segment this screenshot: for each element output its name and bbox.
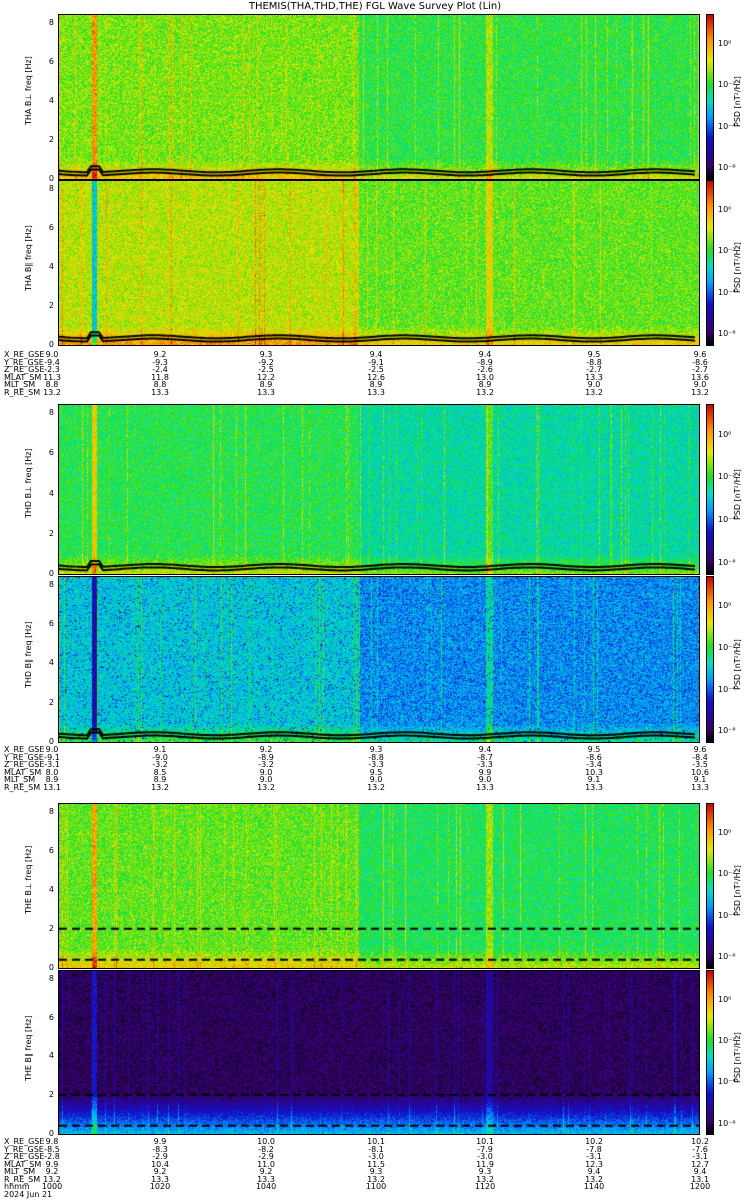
- colorbar-tick-label: 10⁻⁶: [718, 726, 736, 736]
- y-tick-label: 6: [48, 1012, 54, 1022]
- colorbar: [706, 576, 714, 743]
- time-tick-label: 1100: [365, 1182, 387, 1191]
- y-tick-label: 2: [48, 923, 54, 933]
- spectrogram-panel: [58, 14, 700, 180]
- y-tick-label: 2: [48, 134, 54, 144]
- panel-ylabel: THE B⊥ freq [Hz]: [24, 845, 33, 914]
- ephem-value: 13.2: [691, 387, 709, 397]
- ephem-value: 13.3: [585, 782, 603, 792]
- colorbar-tick-label: 10⁻⁶: [718, 952, 736, 962]
- spectrogram-panel: [58, 803, 700, 969]
- time-tick-label: 1140: [583, 1182, 605, 1191]
- colorbar-tick-label: 10⁰: [718, 204, 732, 214]
- y-tick-label: 6: [48, 845, 54, 855]
- ephem-value: 13.3: [367, 387, 385, 397]
- y-tick-label: 4: [48, 658, 54, 668]
- y-tick-label: 8: [48, 806, 54, 816]
- y-tick-label: 0: [48, 340, 54, 349]
- colorbar-label: PSD [nT²/Hz]: [733, 242, 742, 293]
- y-tick-label: 4: [48, 884, 54, 894]
- y-tick-label: 4: [48, 261, 54, 271]
- wave-survey-plot: { "title": "THEMIS(THA,THD,THE) FGL Wave…: [0, 0, 750, 1200]
- y-tick-label: 2: [48, 300, 54, 310]
- spectrogram-panel: [58, 970, 700, 1135]
- spectrogram-panel: [58, 576, 700, 743]
- colorbar-tick-label: 10⁰: [718, 994, 732, 1004]
- colorbar: [706, 803, 714, 969]
- spectrogram-panel: [58, 180, 700, 346]
- y-tick-label: 8: [48, 408, 54, 418]
- colorbar-tick-label: 10⁰: [718, 601, 732, 611]
- ephem-value: 13.2: [367, 782, 385, 792]
- y-tick-label: 8: [48, 183, 54, 193]
- y-tick-label: 6: [48, 448, 54, 458]
- y-tick-label: 2: [48, 697, 54, 707]
- colorbar: [706, 404, 714, 575]
- date-label: 2024 Jun 21: [4, 1189, 53, 1199]
- colorbar-tick-label: 10⁻⁶: [718, 329, 736, 339]
- y-tick-label: 2: [48, 528, 54, 538]
- ephem-value: 13.2: [476, 387, 494, 397]
- y-tick-label: 6: [48, 619, 54, 629]
- y-tick-label: 0: [48, 569, 54, 578]
- time-tick-label: 1200: [689, 1182, 711, 1191]
- y-tick-label: 0: [48, 963, 54, 972]
- ephem-value: 13.2: [585, 387, 603, 397]
- ephem-value: 13.2: [257, 782, 275, 792]
- spectrogram-heatmap: [59, 181, 699, 345]
- ephem-row-label: R_RE_SM: [4, 387, 41, 397]
- plot-title: THEMIS(THA,THD,THE) FGL Wave Survey Plot…: [248, 1, 502, 12]
- spectrogram-heatmap: [59, 15, 699, 179]
- colorbar-label: PSD [nT²/Hz]: [733, 1031, 742, 1083]
- ephem-row-label: R_RE_SM: [4, 782, 41, 792]
- panel-ylabel: THD B⊥ freq [Hz]: [24, 447, 33, 518]
- colorbar-label: PSD [nT²/Hz]: [733, 76, 742, 127]
- colorbar: [706, 14, 714, 180]
- panel-ylabel: THD B∥ freq [Hz]: [24, 620, 33, 688]
- ephem-value: 13.3: [151, 387, 169, 397]
- y-tick-label: 8: [48, 17, 54, 27]
- y-tick-label: 4: [48, 488, 54, 498]
- colorbar-tick-label: 10⁻⁶: [718, 557, 736, 567]
- ephem-value: 13.3: [257, 387, 275, 397]
- colorbar-tick-label: 10⁰: [718, 827, 732, 837]
- ephem-value: 13.2: [43, 387, 61, 397]
- time-tick-label: 1120: [474, 1182, 496, 1191]
- time-tick-label: 1020: [149, 1182, 171, 1191]
- y-tick-label: 2: [48, 1090, 54, 1100]
- spectrogram-heatmap: [59, 577, 699, 742]
- time-tick-label: 1040: [255, 1182, 277, 1191]
- colorbar-tick-label: 10⁻⁶: [718, 1118, 736, 1128]
- spectrogram-panel: [58, 404, 700, 575]
- y-tick-label: 4: [48, 1051, 54, 1061]
- y-tick-label: 4: [48, 95, 54, 105]
- spectrogram-heatmap: [59, 971, 699, 1134]
- y-tick-label: 6: [48, 222, 54, 232]
- y-tick-label: 6: [48, 56, 54, 66]
- y-tick-label: 8: [48, 579, 54, 589]
- colorbar-tick-label: 10⁰: [718, 38, 732, 48]
- panel-ylabel: THA B⊥ freq [Hz]: [24, 56, 33, 125]
- colorbar-tick-label: 10⁰: [718, 429, 732, 439]
- ephem-value: 13.2: [151, 782, 169, 792]
- colorbar: [706, 180, 714, 346]
- panel-ylabel: THE B∥ freq [Hz]: [24, 1015, 33, 1081]
- ephem-value: 13.1: [43, 782, 61, 792]
- y-tick-label: 0: [48, 174, 54, 183]
- colorbar: [706, 970, 714, 1135]
- spectrogram-heatmap: [59, 804, 699, 968]
- panel-ylabel: THA B∥ freq [Hz]: [24, 225, 33, 291]
- colorbar-label: PSD [nT²/Hz]: [733, 638, 742, 690]
- colorbar-tick-label: 10⁻⁶: [718, 163, 736, 173]
- colorbar-label: PSD [nT²/Hz]: [733, 468, 742, 520]
- spectrogram-heatmap: [59, 405, 699, 574]
- colorbar-label: PSD [nT²/Hz]: [733, 865, 742, 916]
- ephem-value: 13.3: [691, 782, 709, 792]
- y-tick-label: 8: [48, 973, 54, 983]
- ephem-value: 13.3: [476, 782, 494, 792]
